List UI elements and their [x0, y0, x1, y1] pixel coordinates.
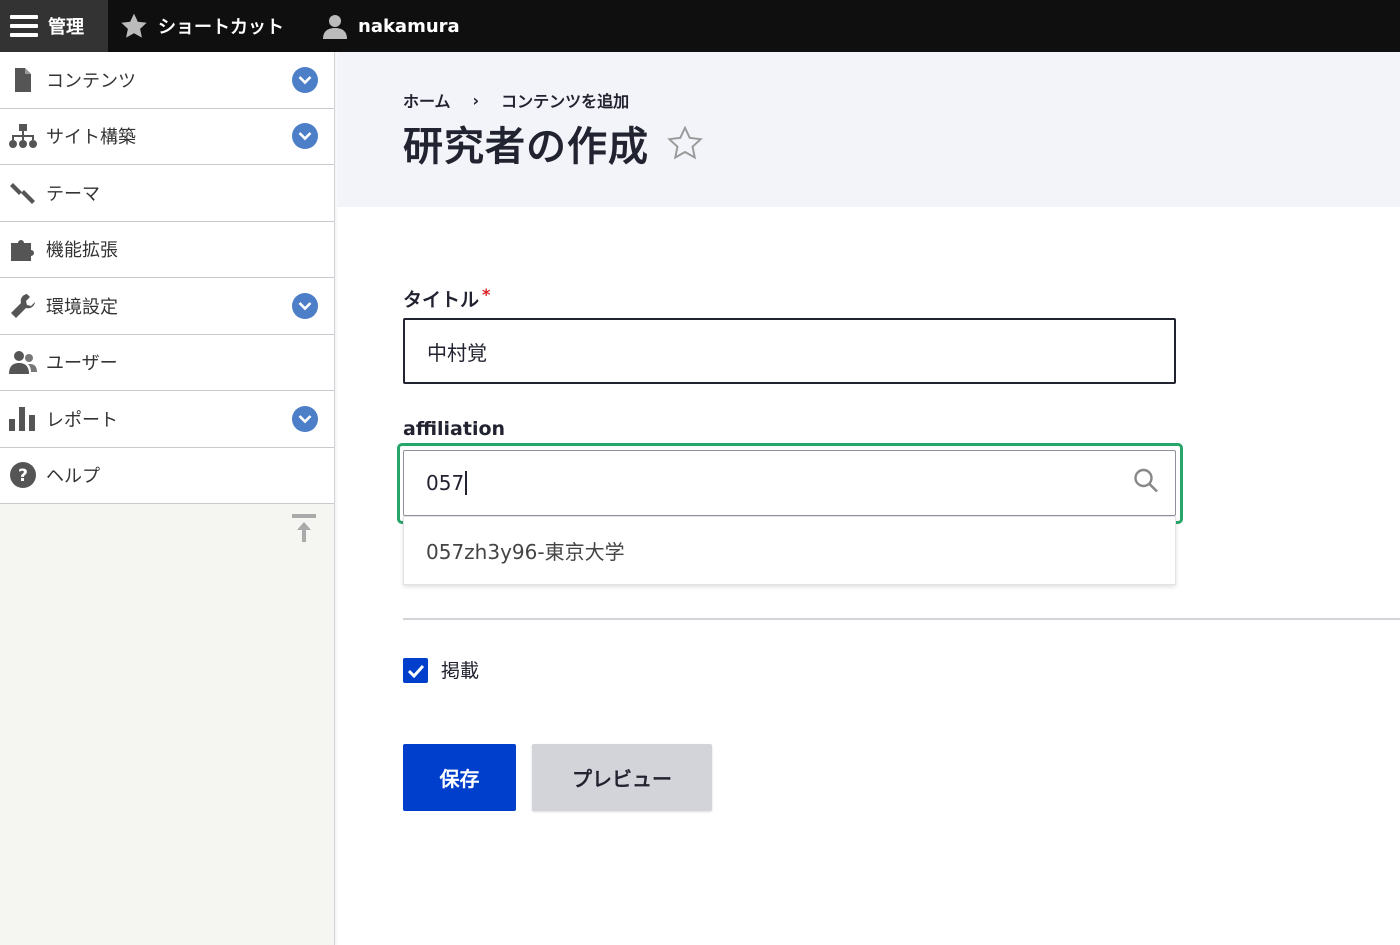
collapse-sidebar-icon[interactable]	[292, 514, 316, 548]
publish-label[interactable]: 掲載	[441, 658, 479, 684]
sidebar-item-label: テーマ	[46, 183, 100, 205]
autocomplete-suggestion[interactable]: 057zh3y96-東京大学	[403, 516, 1176, 585]
star-icon	[120, 13, 148, 39]
puzzle-icon	[0, 237, 46, 262]
sidebar-item-appearance[interactable]: テーマ	[0, 165, 334, 222]
sidebar-item-content[interactable]: コンテンツ	[0, 52, 334, 109]
people-icon	[0, 350, 46, 375]
user-icon	[322, 13, 348, 39]
shortcuts-label: ショートカット	[158, 17, 284, 38]
text-caret	[465, 471, 468, 495]
save-button[interactable]: 保存	[403, 744, 516, 811]
sidebar-item-label: 環境設定	[46, 296, 118, 318]
sitemap-icon	[0, 124, 46, 149]
sidebar-item-help[interactable]: ? ヘルプ	[0, 447, 334, 504]
admin-toolbar: 管理 ショートカット nakamura	[0, 0, 1400, 52]
sidebar-item-config[interactable]: 環境設定	[0, 278, 334, 335]
shortcuts-button[interactable]: ショートカット	[120, 0, 284, 52]
chevron-down-icon[interactable]	[292, 292, 318, 319]
title-field-label: タイトル *	[403, 285, 490, 312]
breadcrumb-add-content-link[interactable]: コンテンツを追加	[501, 88, 629, 112]
sidebar-item-extend[interactable]: 機能拡張	[0, 221, 334, 278]
sidebar-item-label: コンテンツ	[46, 70, 136, 92]
sidebar-item-label: サイト構築	[46, 127, 136, 149]
chevron-down-icon[interactable]	[292, 66, 318, 93]
help-icon: ?	[0, 462, 46, 489]
suggestion-text: 057zh3y96-東京大学	[426, 540, 625, 564]
checkmark-icon	[407, 664, 424, 678]
hamburger-icon	[10, 14, 38, 38]
search-icon	[1133, 468, 1159, 499]
sidebar-item-label: ユーザー	[46, 353, 118, 375]
breadcrumb-separator: ›	[472, 90, 480, 110]
title-input-value: 中村覚	[427, 340, 487, 365]
chevron-down-icon[interactable]	[292, 123, 318, 150]
sidebar-item-reports[interactable]: レポート	[0, 391, 334, 448]
title-label-text: タイトル	[403, 289, 480, 311]
sidebar-item-label: レポート	[46, 409, 118, 431]
wrench-icon	[0, 293, 46, 319]
manage-menu-button[interactable]: 管理	[0, 0, 108, 52]
affiliation-autocomplete-input[interactable]: 057	[403, 450, 1176, 516]
title-input[interactable]: 中村覚	[403, 318, 1176, 384]
sidebar-item-people[interactable]: ユーザー	[0, 334, 334, 391]
publish-checkbox[interactable]	[403, 658, 428, 683]
bar-chart-icon	[0, 406, 46, 431]
sidebar-item-structure[interactable]: サイト構築	[0, 108, 334, 165]
divider	[403, 618, 1400, 620]
sidebar-item-label: ヘルプ	[46, 466, 100, 488]
breadcrumb-home-link[interactable]: ホーム	[403, 88, 451, 112]
svg-text:?: ?	[18, 466, 28, 486]
breadcrumb: ホーム › コンテンツを追加	[403, 88, 629, 112]
file-icon	[0, 67, 46, 92]
paintbrush-icon	[0, 181, 46, 205]
required-marker: *	[482, 285, 491, 304]
sidebar-item-label: 機能拡張	[46, 240, 118, 262]
admin-sidebar: コンテンツ サイト構築 テーマ 機能拡張 環境設定 ユーザー レポート ? ヘル…	[0, 52, 335, 945]
user-label: nakamura	[358, 15, 460, 37]
affiliation-field-label: affiliation	[403, 418, 506, 440]
preview-button[interactable]: プレビュー	[532, 744, 712, 811]
star-outline-icon[interactable]	[667, 126, 703, 160]
page-title: 研究者の作成	[403, 124, 649, 170]
affiliation-input-value: 057	[426, 471, 465, 495]
chevron-down-icon[interactable]	[292, 405, 318, 432]
page-title-row: 研究者の作成	[403, 114, 703, 172]
manage-label: 管理	[48, 17, 84, 38]
user-menu-button[interactable]: nakamura	[322, 0, 460, 52]
